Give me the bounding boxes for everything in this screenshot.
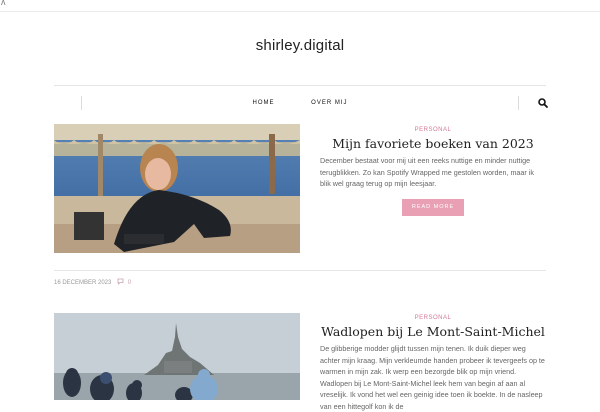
nav-divider-right <box>518 96 519 110</box>
top-bar: ʌ <box>0 0 600 12</box>
search-icon[interactable] <box>536 96 550 110</box>
read-more-button[interactable]: READ MORE <box>402 199 464 216</box>
post-excerpt: De glibberige modder glijdt tussen mijn … <box>320 344 545 411</box>
main-navigation: HOME OVER MIJ <box>54 96 548 113</box>
nav-item-home[interactable]: HOME <box>252 100 274 106</box>
post-divider <box>54 270 546 271</box>
post-meta: 16 DECEMBER 2023 0 <box>54 278 131 287</box>
header-divider <box>54 85 546 86</box>
comment-icon[interactable] <box>117 278 124 287</box>
post-category[interactable]: PERSONAL <box>320 127 546 133</box>
menu-glyph-icon[interactable]: ʌ <box>1 0 6 7</box>
post-title[interactable]: Mijn favoriete boeken van 2023 <box>312 136 554 151</box>
nav-links: HOME OVER MIJ <box>54 100 546 106</box>
post-category[interactable]: PERSONAL <box>320 315 546 321</box>
post-date[interactable]: 16 DECEMBER 2023 <box>54 280 111 286</box>
nav-item-about[interactable]: OVER MIJ <box>311 100 347 106</box>
post-title[interactable]: Wadlopen bij Le Mont-Saint-Michel <box>312 324 554 339</box>
site-title[interactable]: shirley.digital <box>0 37 600 54</box>
post-thumbnail-mont-saint-michel[interactable] <box>54 313 300 400</box>
post-excerpt: December bestaat voor mij uit een reeks … <box>320 156 535 188</box>
comment-count[interactable]: 0 <box>128 280 131 286</box>
post-thumbnail-reading[interactable] <box>54 124 300 253</box>
